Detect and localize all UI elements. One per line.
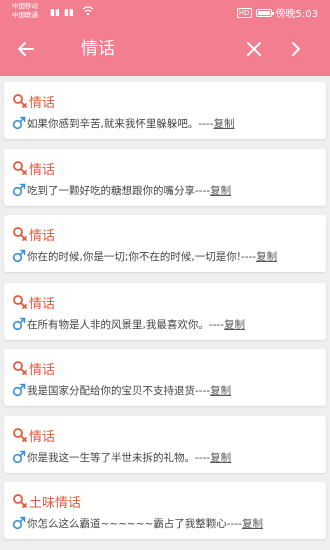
copy-button[interactable]: 复制 — [210, 183, 231, 198]
app-bar: 情话 — [0, 24, 330, 76]
card-text: 在所有物是人非的风景里,我最喜欢你。---- 复制 — [12, 315, 245, 333]
hd-badge: HD — [236, 7, 252, 18]
copy-button[interactable]: 复制 — [210, 450, 231, 465]
chevron-right-icon[interactable] — [286, 38, 306, 60]
status-time: 傍晚5:03 — [275, 9, 318, 20]
list-item: 情话 我是国家分配给你的宝贝不支持退货---- 复制 — [4, 349, 326, 406]
copy-button[interactable]: 复制 — [210, 383, 231, 398]
female-symbol-icon — [13, 94, 27, 108]
list-item: 情话 你是我这一生等了半世未拆的礼物。---- 复制 — [4, 416, 326, 473]
card-phrase: 你是我这一生等了半世未拆的礼物。---- — [27, 451, 211, 464]
card-text: 你怎么这么霸道~~~~~~霸占了我整颗心---- 复制 — [12, 514, 263, 532]
male-symbol-icon — [12, 450, 26, 464]
card-title: 情话 — [12, 159, 56, 178]
copy-button[interactable]: 复制 — [224, 317, 245, 332]
card-title: 情话 — [12, 293, 56, 312]
card-phrase: 如果你感到辛苦,就来我怀里躲躲吧。---- — [27, 117, 214, 130]
card-title-label: 情话 — [29, 95, 56, 111]
card-title-label: 情话 — [29, 429, 56, 445]
card-title-label: 土味情话 — [29, 495, 82, 511]
list-item: 土味情话 你怎么这么霸道~~~~~~霸占了我整颗心---- 复制 — [4, 482, 326, 539]
card-title-label: 情话 — [29, 162, 56, 178]
male-symbol-icon — [12, 249, 26, 263]
female-symbol-icon — [13, 494, 27, 508]
card-text: 你在的时候,你是一切;你不在的时候,一切是你!---- 复制 — [12, 247, 277, 265]
list-item: 情话 在所有物是人非的风景里,我最喜欢你。---- 复制 — [4, 283, 326, 340]
male-symbol-icon — [12, 516, 26, 530]
carrier-labels: 中国移动 中国联通 — [12, 2, 38, 20]
back-arrow-icon[interactable] — [14, 37, 38, 61]
card-title-label: 情话 — [29, 362, 56, 378]
close-icon[interactable] — [243, 38, 265, 60]
page-title: 情话 — [81, 39, 115, 59]
female-symbol-icon — [13, 161, 27, 175]
card-title: 情话 — [12, 426, 56, 445]
card-text: 你是我这一生等了半世未拆的礼物。---- 复制 — [12, 448, 231, 466]
copy-button[interactable]: 复制 — [242, 516, 263, 531]
female-symbol-icon — [13, 227, 27, 241]
wifi-icon — [82, 6, 94, 16]
copy-button[interactable]: 复制 — [214, 116, 235, 131]
copy-button[interactable]: 复制 — [256, 249, 277, 264]
card-phrase: 在所有物是人非的风景里,我最喜欢你。---- — [27, 318, 224, 331]
female-symbol-icon — [13, 428, 27, 442]
female-symbol-icon — [13, 295, 27, 309]
signal-icon-2: ▮▮ — [64, 8, 74, 18]
signal-icon: ▮▮ — [50, 8, 60, 18]
carrier-2: 中国联通 — [12, 11, 38, 19]
card-phrase: 吃到了一颗好吃的糖想跟你的嘴分享---- — [27, 184, 211, 197]
list-item: 情话 你在的时候,你是一切;你不在的时候,一切是你!---- 复制 — [4, 215, 326, 272]
male-symbol-icon — [12, 383, 26, 397]
status-right: HD 傍晚5:03 — [236, 5, 318, 20]
card-text: 如果你感到辛苦,就来我怀里躲躲吧。---- 复制 — [12, 114, 235, 132]
carrier-1: 中国移动 — [12, 2, 38, 10]
card-title: 情话 — [12, 225, 56, 244]
card-title-label: 情话 — [29, 228, 56, 244]
list-item: 情话 吃到了一颗好吃的糖想跟你的嘴分享---- 复制 — [4, 149, 326, 206]
status-bar: 中国移动 中国联通 ▮▮ ▮▮ HD 傍晚5:03 — [0, 0, 330, 24]
card-title: 情话 — [12, 359, 56, 378]
card-title: 情话 — [12, 92, 56, 111]
female-symbol-icon — [13, 361, 27, 375]
card-text: 吃到了一颗好吃的糖想跟你的嘴分享---- 复制 — [12, 181, 231, 199]
card-phrase: 我是国家分配给你的宝贝不支持退货---- — [27, 384, 211, 397]
male-symbol-icon — [12, 183, 26, 197]
card-title-label: 情话 — [29, 296, 56, 312]
male-symbol-icon — [12, 317, 26, 331]
male-symbol-icon — [12, 116, 26, 130]
card-phrase: 你怎么这么霸道~~~~~~霸占了我整颗心---- — [27, 517, 242, 530]
list-item: 情话 如果你感到辛苦,就来我怀里躲躲吧。---- 复制 — [4, 82, 326, 139]
card-title: 土味情话 — [12, 492, 82, 511]
battery-icon — [255, 8, 274, 17]
card-text: 我是国家分配给你的宝贝不支持退货---- 复制 — [12, 381, 231, 399]
card-phrase: 你在的时候,你是一切;你不在的时候,一切是你!---- — [27, 250, 257, 263]
